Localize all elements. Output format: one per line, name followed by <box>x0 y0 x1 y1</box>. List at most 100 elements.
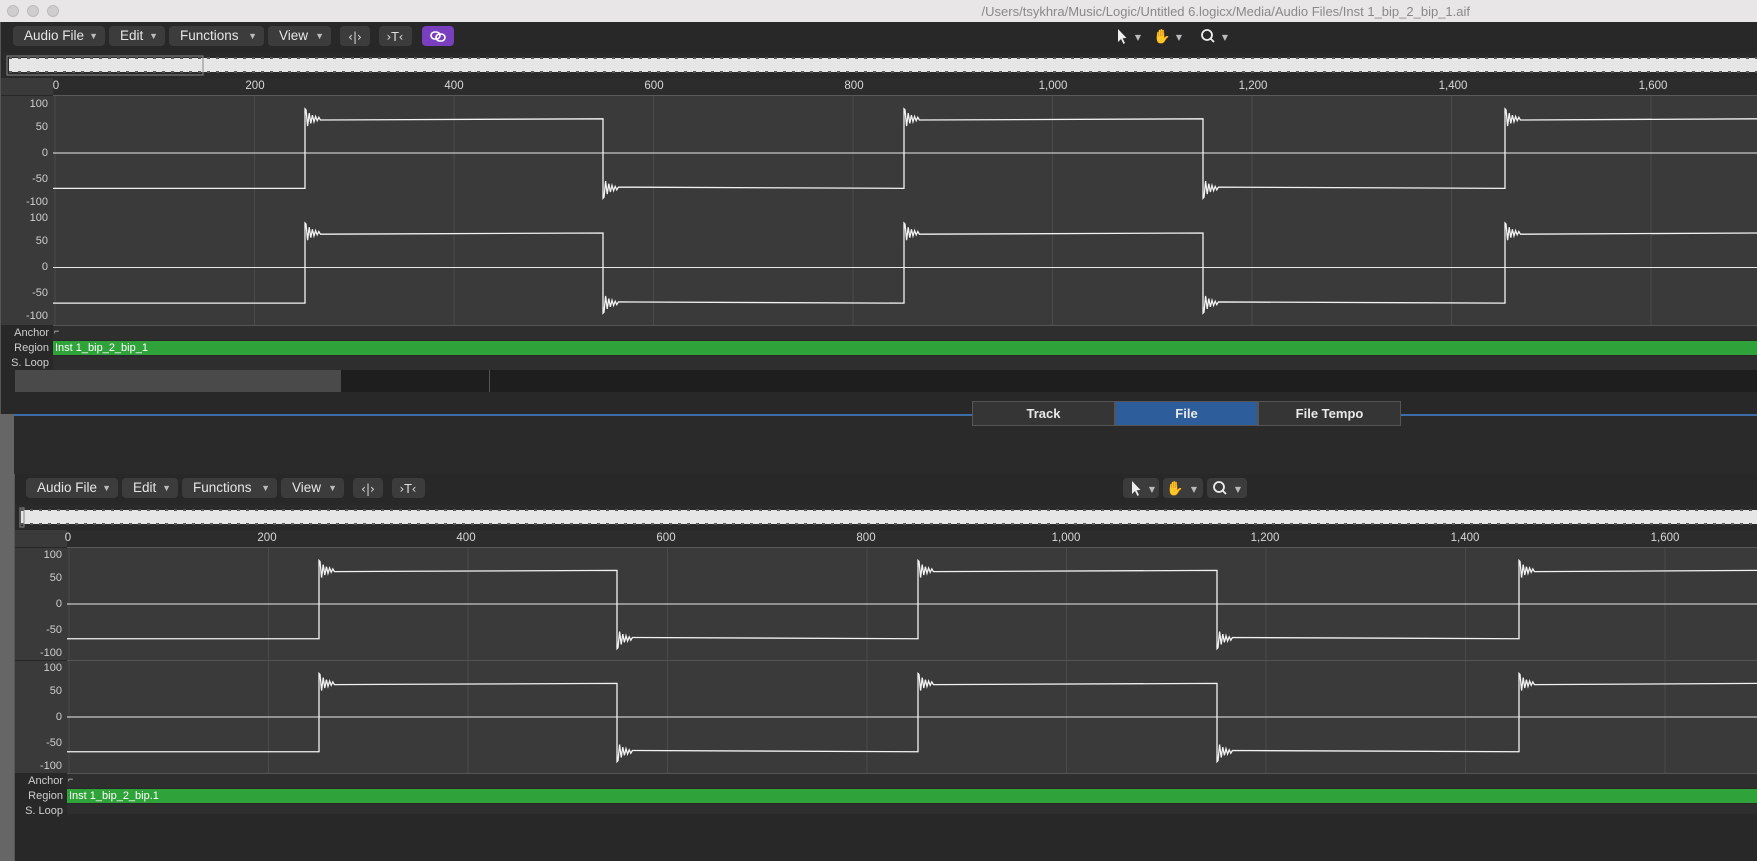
waveform-left <box>53 96 1757 210</box>
svg-text:▼: ▼ <box>1149 485 1156 494</box>
edit-menu[interactable]: Edit ▼ <box>122 478 178 498</box>
catch-playhead-button[interactable]: ‹|› <box>340 26 370 46</box>
ruler-label: 600 <box>644 80 664 92</box>
chevron-down-icon: ▼ <box>315 31 324 41</box>
pointer-tool-menu[interactable]: ▼ <box>1109 26 1145 46</box>
horizontal-scrollbar[interactable] <box>15 370 1757 392</box>
audio-file-menu[interactable]: Audio File ▼ <box>26 478 118 498</box>
functions-menu-label: Functions <box>193 480 252 495</box>
region-bar[interactable]: Inst 1_bip_2_bip_1 <box>53 341 1757 355</box>
svg-text:›T‹: ›T‹ <box>400 482 417 496</box>
hand-tool-menu[interactable]: ✋ ▼ <box>1163 478 1203 498</box>
edit-menu[interactable]: Edit ▼ <box>109 26 165 46</box>
anchor-lane[interactable]: ⌐ <box>67 774 1757 788</box>
svg-text:›T‹: ›T‹ <box>387 30 404 44</box>
hand-icon: ✋ ▼ <box>1153 28 1183 45</box>
region-bar[interactable]: Inst 1_bip_2_bip.1 <box>67 789 1757 803</box>
audio-file-menu-label: Audio File <box>24 28 85 43</box>
zoom-tool-menu[interactable]: ▼ <box>1195 26 1233 46</box>
functions-menu[interactable]: Functions ▼ <box>169 26 264 46</box>
sloop-lane[interactable] <box>53 356 1757 370</box>
zoom-tool-menu[interactable]: ▼ <box>1207 478 1247 498</box>
view-menu[interactable]: View ▼ <box>268 26 331 46</box>
chevron-down-icon: ▼ <box>162 483 171 493</box>
ruler-gutter <box>1 78 53 95</box>
svg-text:▼: ▼ <box>1135 33 1142 42</box>
scrollbar-divider <box>489 370 490 392</box>
y-tick: 50 <box>49 685 62 697</box>
tab-track[interactable]: Track <box>972 401 1115 426</box>
top-audio-editor: Audio File ▼ Edit ▼ Functions ▼ View ▼ ‹|› ›… <box>0 22 1757 414</box>
channel-1-scale: 100 50 0 -50 -100 <box>1 96 54 210</box>
title-bar: /Users/tsykhra/Music/Logic/Untitled 6.lo… <box>0 0 1757 22</box>
functions-menu[interactable]: Functions ▼ <box>182 478 277 498</box>
sloop-label: S. Loop <box>25 805 63 817</box>
pointer-icon: ▼ <box>1118 29 1142 44</box>
svg-text:▼: ▼ <box>1222 33 1229 42</box>
scrollbar-thumb[interactable] <box>15 370 341 392</box>
snap-icon: ›T‹ <box>400 482 417 496</box>
y-tick: 0 <box>55 598 62 610</box>
pointer-tool-menu[interactable]: ▼ <box>1123 478 1159 498</box>
tab-file-tempo[interactable]: File Tempo <box>1258 401 1401 426</box>
sloop-lane[interactable] <box>67 804 1757 814</box>
waveform-channel-2[interactable] <box>53 210 1757 326</box>
y-tick: 50 <box>35 235 48 247</box>
y-tick: 100 <box>29 98 48 110</box>
link-button[interactable] <box>422 26 454 46</box>
hand-tool-menu[interactable]: ✋ ▼ <box>1151 26 1187 46</box>
anchor-marker-icon[interactable]: ⌐ <box>68 774 73 784</box>
top-ruler[interactable]: 0 200 400 600 800 1,000 1,200 1,400 1,60… <box>53 78 1757 96</box>
bottom-audio-editor: Audio File ▼ Edit ▼ Functions ▼ View ▼ ‹|› ›… <box>14 474 1757 861</box>
waveform-overview[interactable] <box>1 53 1757 77</box>
anchor-marker-icon[interactable]: ⌐ <box>54 326 59 336</box>
channel-2-scale: 100 50 0 -50 -100 <box>15 661 68 773</box>
focus-divider <box>14 414 1757 416</box>
anchor-lane[interactable]: ⌐ <box>53 326 1757 340</box>
magnifier-icon: ▼ <box>1213 481 1242 495</box>
y-tick: -100 <box>25 310 48 322</box>
waveform-overview[interactable] <box>15 505 1757 529</box>
svg-text:▼: ▼ <box>1235 485 1242 494</box>
ruler-label: 200 <box>245 80 265 92</box>
waveform-channel-1[interactable] <box>67 548 1757 661</box>
chevron-down-icon: ▼ <box>248 31 257 41</box>
svg-text:✋: ✋ <box>1166 480 1183 497</box>
view-menu[interactable]: View ▼ <box>281 478 344 498</box>
y-tick: 0 <box>55 711 62 723</box>
edit-menu-label: Edit <box>120 28 144 43</box>
snap-button[interactable]: ›T‹ <box>392 478 425 498</box>
waveform-channel-2[interactable] <box>67 661 1757 774</box>
y-tick: -100 <box>39 760 62 772</box>
y-tick: -100 <box>39 647 62 659</box>
svg-text:‹|›: ‹|› <box>361 482 375 496</box>
pointer-icon: ▼ <box>1132 481 1156 496</box>
catch-playhead-button[interactable]: ‹|› <box>353 478 383 498</box>
bottom-toolbar: Audio File ▼ Edit ▼ Functions ▼ View ▼ ‹|› ›… <box>15 474 1757 504</box>
anchor-label: Anchor <box>28 775 63 787</box>
y-tick: 100 <box>29 212 48 224</box>
ruler-label: 1,200 <box>1238 80 1268 92</box>
ruler-label: 400 <box>444 80 464 92</box>
window-title: /Users/tsykhra/Music/Logic/Untitled 6.lo… <box>981 4 1470 19</box>
chevron-down-icon: ▼ <box>261 483 270 493</box>
waveform-path <box>67 671 1757 764</box>
chevron-down-icon: ▼ <box>89 31 98 41</box>
svg-text:‹|›: ‹|› <box>348 30 362 44</box>
hand-icon: ✋ ▼ <box>1166 480 1198 497</box>
snap-button[interactable]: ›T‹ <box>379 26 412 46</box>
tab-file[interactable]: File <box>1115 401 1258 426</box>
ruler-label: 0 <box>52 80 60 92</box>
snap-icon: ›T‹ <box>387 30 404 44</box>
ruler-label: 800 <box>856 532 876 544</box>
waveform-path <box>67 558 1757 651</box>
view-menu-label: View <box>279 28 309 43</box>
y-tick: 50 <box>35 121 48 133</box>
audio-file-menu[interactable]: Audio File ▼ <box>13 26 105 46</box>
ruler-label: 1,000 <box>1038 80 1068 92</box>
audio-file-menu-label: Audio File <box>37 480 98 495</box>
overview-waveform <box>6 55 1757 76</box>
waveform-channel-1[interactable] <box>53 96 1757 211</box>
bottom-ruler[interactable]: 0 200 400 600 800 1,000 1,200 1,400 1,60… <box>65 530 1757 548</box>
split-arrows-icon: ‹|› <box>348 30 362 44</box>
